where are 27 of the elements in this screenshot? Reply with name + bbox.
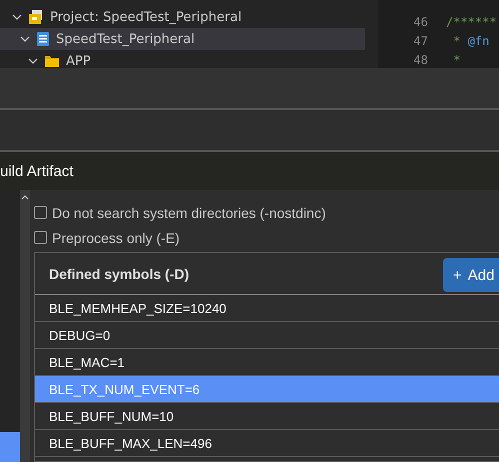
code-text: /******	[446, 14, 497, 28]
code-text: *	[452, 34, 462, 48]
checkbox-option[interactable]: Preprocess only (-E)	[34, 225, 499, 250]
folder-icon	[44, 54, 60, 68]
document-icon	[36, 31, 50, 47]
tree-item[interactable]: Project: SpeedTest_Peripheral	[0, 6, 365, 28]
scrollbar[interactable]	[20, 190, 30, 462]
tree-item[interactable]: SpeedTest_Peripheral	[0, 28, 365, 50]
project-icon	[28, 9, 44, 25]
table-heading: Defined symbols (-D)	[48, 266, 190, 282]
code-text: *	[452, 52, 460, 66]
checkbox-option[interactable]: Do not search system directories (-nostdinc)	[34, 200, 499, 225]
line-number: 46	[412, 14, 429, 28]
chevron-icon[interactable]	[20, 34, 30, 44]
symbol-row[interactable]: BLE_BUFF_MAX_LEN=496	[35, 430, 499, 457]
line-number: 48	[412, 52, 429, 66]
symbol-row[interactable]: DEBUG=0	[35, 322, 499, 349]
chevron-icon[interactable]	[12, 12, 22, 22]
symbol-row[interactable]: BLE_BUFF_NUM=10	[35, 403, 499, 430]
chevron-icon[interactable]	[28, 56, 38, 66]
line-number: 47	[412, 34, 429, 48]
code-text: @fn	[468, 34, 490, 48]
scroll-up-icon[interactable]	[21, 194, 29, 200]
dialog-title: uild Artifact	[0, 152, 499, 190]
tree-item[interactable]: APP	[0, 50, 365, 68]
add-button[interactable]: + Add	[443, 258, 499, 292]
symbol-row[interactable]: BLE_MEMHEAP_SIZE=10240	[35, 295, 499, 322]
